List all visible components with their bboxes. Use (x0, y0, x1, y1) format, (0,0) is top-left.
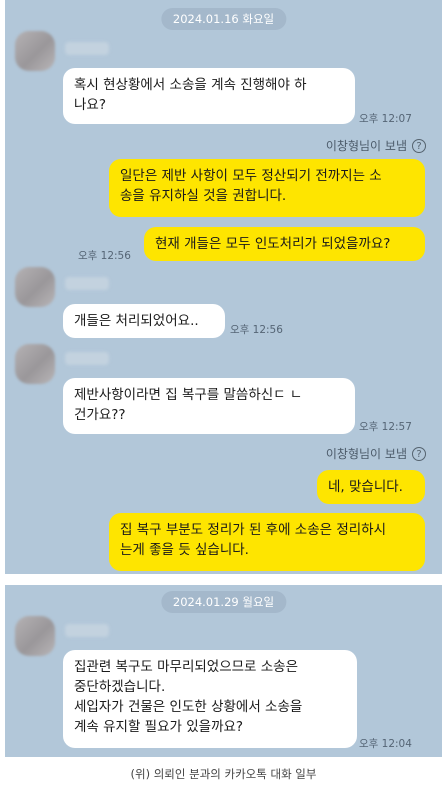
message-bubble-outgoing[interactable]: 일단은 제반 사항이 모두 정산되기 전까지는 소 송을 유지하실 것을 권합니… (109, 159, 425, 217)
avatar[interactable] (15, 344, 55, 384)
sent-by-label: 이창형님이 보냄 (325, 447, 407, 461)
sender-name-blurred (65, 624, 109, 637)
avatar[interactable] (15, 267, 55, 307)
sent-by-note: 이창형님이 보냄 ? (326, 445, 426, 462)
chat-panel-1: 2024.01.16 화요일 혹시 현상황에서 소송을 계속 진행해야 하 나요… (5, 0, 442, 574)
message-bubble-outgoing[interactable]: 네, 맞습니다. (317, 470, 425, 504)
avatar[interactable] (15, 616, 55, 656)
message-bubble-incoming[interactable]: 혹시 현상황에서 소송을 계속 진행해야 하 나요? (63, 68, 355, 124)
sender-name-blurred (65, 352, 109, 365)
message-bubble-incoming[interactable]: 개들은 처리되었어요.. (63, 304, 225, 338)
avatar[interactable] (15, 31, 55, 71)
message-bubble-outgoing[interactable]: 현재 개들은 모두 인도처리가 되었을까요? (144, 227, 425, 261)
message-time: 오후 12:07 (359, 113, 412, 125)
question-circle-icon[interactable]: ? (412, 446, 426, 461)
message-time: 오후 12:56 (230, 324, 283, 336)
sender-name-blurred (65, 277, 109, 290)
date-divider: 2024.01.29 월요일 (160, 591, 287, 613)
sender-name-blurred (65, 42, 109, 55)
message-bubble-outgoing[interactable]: 집 복구 부분도 정리가 된 후에 소송은 정리하시 는게 좋을 듯 싶습니다. (109, 513, 425, 571)
date-divider: 2024.01.16 화요일 (160, 8, 287, 30)
sent-by-label: 이창형님이 보냄 (325, 139, 407, 153)
question-circle-icon[interactable]: ? (412, 138, 426, 153)
message-time: 오후 12:57 (359, 421, 412, 433)
sent-by-note: 이창형님이 보냄 ? (326, 137, 426, 154)
message-time: 오후 12:04 (359, 738, 412, 750)
message-bubble-incoming[interactable]: 집관련 복구도 마무리되었으므로 소송은 중단하겠습니다. 세입자가 건물은 인… (63, 650, 357, 748)
image-caption: (위) 의뢰인 분과의 카카오톡 대화 일부 (130, 767, 317, 781)
chat-panel-2: 2024.01.29 월요일 집관련 복구도 마무리되었으므로 소송은 중단하겠… (5, 585, 442, 757)
message-bubble-incoming[interactable]: 제반사항이라면 집 복구를 말씀하신ㄷ ㄴ 건가요?? (63, 378, 355, 434)
message-time: 오후 12:56 (78, 250, 131, 262)
